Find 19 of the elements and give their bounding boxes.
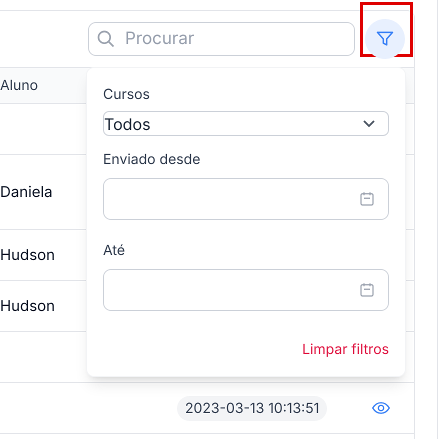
column-header: Aluno <box>0 76 38 96</box>
filter-icon <box>375 28 395 48</box>
search-icon <box>96 28 116 48</box>
clear-filters-link[interactable]: Limpar filtros <box>302 339 389 360</box>
calendar-icon <box>358 281 376 299</box>
chevron-down-icon <box>362 118 376 128</box>
table-cell-text: Hudson <box>0 294 55 317</box>
date-field[interactable] <box>103 269 389 311</box>
date-field[interactable] <box>103 178 389 220</box>
eye-icon[interactable] <box>372 401 390 415</box>
course-dropdown[interactable]: Todos <box>103 111 389 136</box>
field-label: Enviado desde <box>103 150 202 170</box>
table-cell-text: Daniela <box>0 180 53 203</box>
table-cell-text: Hudson <box>0 244 55 266</box>
field-label: Até <box>103 241 126 261</box>
date-badge: 2023-03-13 10:13:51 <box>177 396 328 420</box>
search-field[interactable]: Procurar <box>88 22 355 56</box>
calendar-icon <box>358 190 376 208</box>
field-label: Cursos <box>103 85 151 105</box>
